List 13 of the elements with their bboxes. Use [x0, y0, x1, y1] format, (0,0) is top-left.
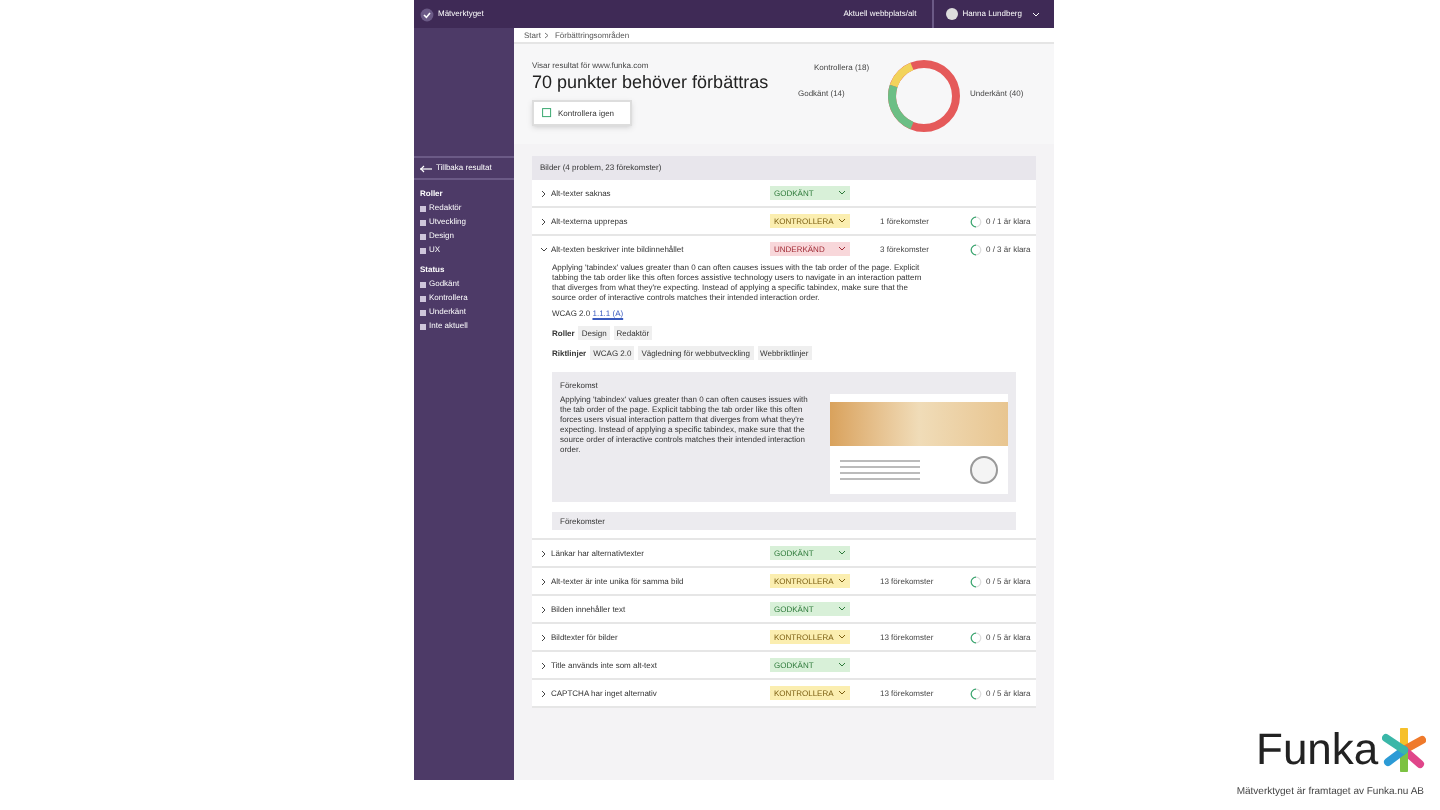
chevron-icon — [544, 31, 551, 39]
funka-logo: Funka — [1256, 728, 1379, 772]
progress-ring-icon — [970, 243, 982, 255]
progress-ring-icon — [970, 575, 982, 587]
page-title: 70 punkter behöver förbättras — [532, 72, 769, 94]
progress-ring-icon — [970, 631, 982, 643]
star-logo-icon — [1382, 728, 1427, 772]
avatar-icon — [946, 8, 959, 20]
back-arrow-icon — [420, 163, 432, 173]
logo-icon — [420, 7, 434, 21]
progress-ring-icon — [970, 215, 982, 227]
donut-chart-drawing — [884, 56, 964, 136]
progress-ring-icon — [970, 687, 982, 699]
